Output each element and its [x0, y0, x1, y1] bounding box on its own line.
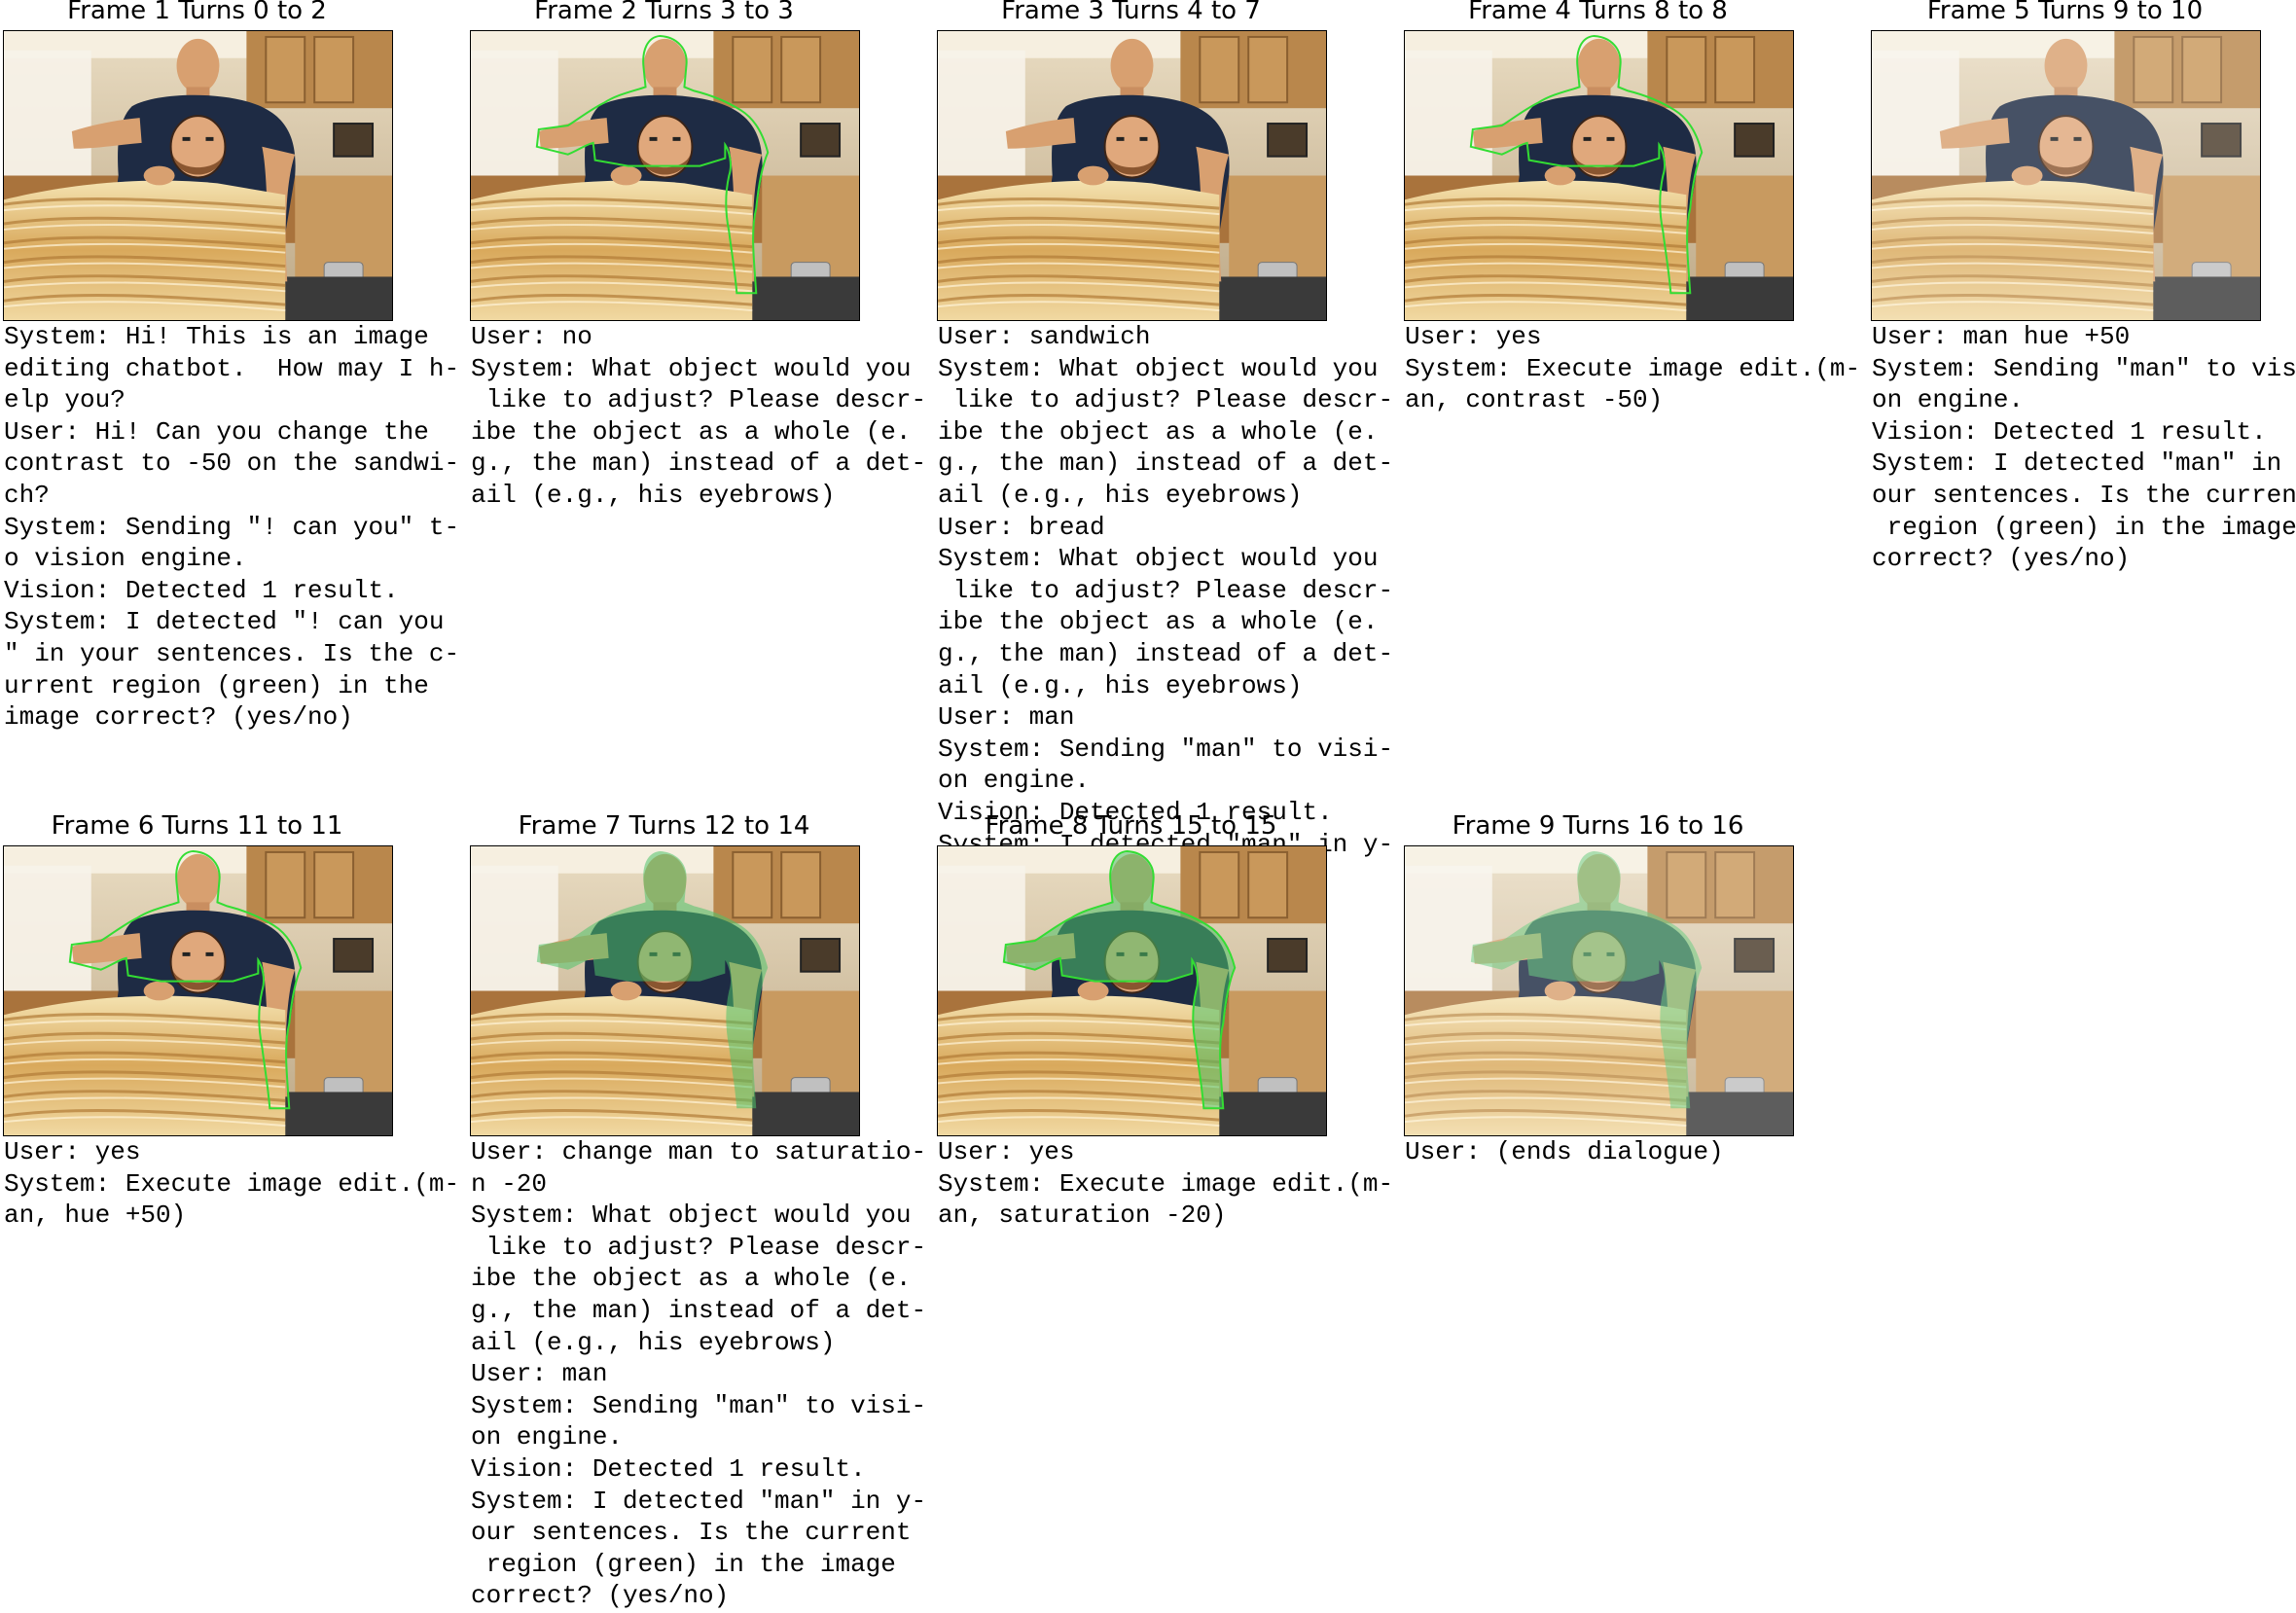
- frame-6-title: Frame 6 Turns 11 to 11: [51, 811, 343, 841]
- frame-3-image: [937, 30, 1327, 321]
- frame-4-image: [1404, 30, 1794, 321]
- frame-7-dialogue: User: change man to saturatio- n -20 Sys…: [471, 1137, 927, 1611]
- frame-5-dialogue: User: man hue +50 System: Sending "man" …: [1872, 322, 2296, 574]
- frame-1-image: [3, 30, 393, 321]
- frame-8-image: [937, 845, 1327, 1136]
- frame-7-image: [470, 845, 860, 1136]
- frame-3-title: Frame 3 Turns 4 to 7: [1001, 0, 1261, 25]
- frame-2-image: [470, 30, 860, 321]
- frame-8-dialogue: User: yes System: Execute image edit.(m-…: [938, 1137, 1394, 1231]
- frame-4-title: Frame 4 Turns 8 to 8: [1468, 0, 1728, 25]
- frame-2-dialogue: User: no System: What object would you l…: [471, 322, 927, 510]
- frame-1-dialogue: System: Hi! This is an image editing cha…: [4, 322, 460, 733]
- frame-9-title: Frame 9 Turns 16 to 16: [1452, 811, 1744, 841]
- frame-5-title: Frame 5 Turns 9 to 10: [1926, 0, 2204, 25]
- frame-5-image: [1871, 30, 2261, 321]
- frame-8-title: Frame 8 Turns 15 to 15: [985, 811, 1277, 841]
- frame-4-dialogue: User: yes System: Execute image edit.(m-…: [1405, 322, 1861, 415]
- frame-9-image: [1404, 845, 1794, 1136]
- frame-6-dialogue: User: yes System: Execute image edit.(m-…: [4, 1137, 460, 1231]
- frame-2-title: Frame 2 Turns 3 to 3: [534, 0, 794, 25]
- frame-7-title: Frame 7 Turns 12 to 14: [518, 811, 810, 841]
- frame-6-image: [3, 845, 393, 1136]
- frame-9-dialogue: User: (ends dialogue): [1405, 1137, 1724, 1166]
- frame-3-dialogue: User: sandwich System: What object would…: [938, 322, 1394, 859]
- frame-1-title: Frame 1 Turns 0 to 2: [67, 0, 327, 25]
